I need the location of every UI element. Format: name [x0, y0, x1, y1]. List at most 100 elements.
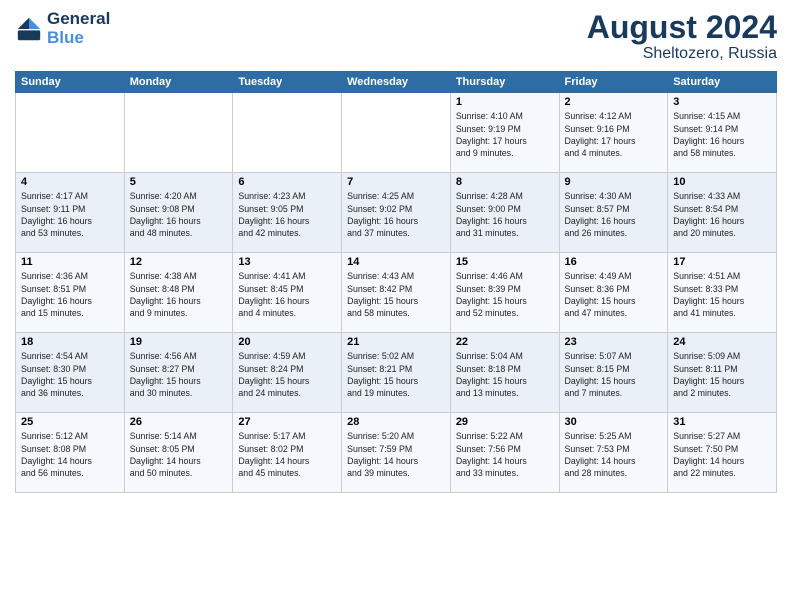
day-info: Sunrise: 4:56 AM Sunset: 8:27 PM Dayligh…	[130, 350, 228, 399]
day-info: Sunrise: 5:27 AM Sunset: 7:50 PM Dayligh…	[673, 430, 771, 479]
cell-5-7: 31Sunrise: 5:27 AM Sunset: 7:50 PM Dayli…	[668, 413, 777, 493]
day-number: 11	[21, 256, 119, 268]
day-number: 16	[565, 256, 663, 268]
cell-5-4: 28Sunrise: 5:20 AM Sunset: 7:59 PM Dayli…	[342, 413, 451, 493]
day-info: Sunrise: 4:46 AM Sunset: 8:39 PM Dayligh…	[456, 270, 554, 319]
cell-2-3: 6 Sunrise: 4:23 AM Sunset: 9:05 PM Daylig…	[233, 173, 342, 253]
day-number: 30	[565, 416, 663, 428]
cell-5-5: 29 Sunrise: 5:22 AM Sunset: 7:56 PM Dayli…	[450, 413, 559, 493]
header-wednesday: Wednesday	[342, 72, 451, 93]
cell-1-6: 2 Sunrise: 4:12 AM Sunset: 9:16 PM Daylig…	[559, 93, 668, 173]
day-number: 21	[347, 336, 445, 348]
calendar-body: 1 Sunrise: 4:10 AM Sunset: 9:19 PM Daylig…	[16, 93, 777, 493]
week-row-5: 25 Sunrise: 5:12 AM Sunset: 8:08 PM Dayli…	[16, 413, 777, 493]
cell-3-2: 12 Sunrise: 4:38 AM Sunset: 8:48 PM Dayli…	[124, 253, 233, 333]
day-info: Sunrise: 5:22 AM Sunset: 7:56 PM Dayligh…	[456, 430, 554, 479]
day-number: 7	[347, 176, 445, 188]
header-row: Sunday Monday Tuesday Wednesday Thursday…	[16, 72, 777, 93]
cell-2-5: 8 Sunrise: 4:28 AM Sunset: 9:00 PM Daylig…	[450, 173, 559, 253]
day-info: Sunrise: 4:28 AM Sunset: 9:00 PM Dayligh…	[456, 190, 554, 239]
day-info: Sunrise: 4:59 AM Sunset: 8:24 PM Dayligh…	[238, 350, 336, 399]
cell-4-5: 22 Sunrise: 5:04 AM Sunset: 8:18 PM Dayli…	[450, 333, 559, 413]
cell-3-7: 17Sunrise: 4:51 AM Sunset: 8:33 PM Dayli…	[668, 253, 777, 333]
day-number: 8	[456, 176, 554, 188]
day-info: Sunrise: 4:33 AM Sunset: 8:54 PM Dayligh…	[673, 190, 771, 239]
day-info: Sunrise: 4:41 AM Sunset: 8:45 PM Dayligh…	[238, 270, 336, 319]
day-number: 5	[130, 176, 228, 188]
header-thursday: Thursday	[450, 72, 559, 93]
cell-2-4: 7Sunrise: 4:25 AM Sunset: 9:02 PM Daylig…	[342, 173, 451, 253]
cell-1-3	[233, 93, 342, 173]
header-tuesday: Tuesday	[233, 72, 342, 93]
title-block: August 2024 Sheltozero, Russia	[587, 10, 777, 63]
day-number: 20	[238, 336, 336, 348]
day-number: 10	[673, 176, 771, 188]
day-number: 4	[21, 176, 119, 188]
day-number: 6	[238, 176, 336, 188]
day-info: Sunrise: 5:25 AM Sunset: 7:53 PM Dayligh…	[565, 430, 663, 479]
day-number: 19	[130, 336, 228, 348]
cell-1-5: 1 Sunrise: 4:10 AM Sunset: 9:19 PM Daylig…	[450, 93, 559, 173]
cell-2-2: 5 Sunrise: 4:20 AM Sunset: 9:08 PM Daylig…	[124, 173, 233, 253]
cell-4-7: 24Sunrise: 5:09 AM Sunset: 8:11 PM Dayli…	[668, 333, 777, 413]
logo-text: General Blue	[47, 10, 110, 47]
cell-4-3: 20 Sunrise: 4:59 AM Sunset: 8:24 PM Dayli…	[233, 333, 342, 413]
cell-1-1	[16, 93, 125, 173]
week-row-3: 11 Sunrise: 4:36 AM Sunset: 8:51 PM Dayli…	[16, 253, 777, 333]
location: Sheltozero, Russia	[587, 45, 777, 63]
header-sunday: Sunday	[16, 72, 125, 93]
day-number: 18	[21, 336, 119, 348]
day-number: 15	[456, 256, 554, 268]
day-info: Sunrise: 5:12 AM Sunset: 8:08 PM Dayligh…	[21, 430, 119, 479]
cell-3-6: 16 Sunrise: 4:49 AM Sunset: 8:36 PM Dayli…	[559, 253, 668, 333]
day-info: Sunrise: 4:30 AM Sunset: 8:57 PM Dayligh…	[565, 190, 663, 239]
day-info: Sunrise: 5:04 AM Sunset: 8:18 PM Dayligh…	[456, 350, 554, 399]
calendar-table: Sunday Monday Tuesday Wednesday Thursday…	[15, 71, 777, 493]
cell-5-6: 30 Sunrise: 5:25 AM Sunset: 7:53 PM Dayli…	[559, 413, 668, 493]
cell-1-7: 3 Sunrise: 4:15 AM Sunset: 9:14 PM Daylig…	[668, 93, 777, 173]
day-number: 2	[565, 96, 663, 108]
day-number: 1	[456, 96, 554, 108]
cell-2-6: 9 Sunrise: 4:30 AM Sunset: 8:57 PM Daylig…	[559, 173, 668, 253]
cell-4-1: 18 Sunrise: 4:54 AM Sunset: 8:30 PM Dayli…	[16, 333, 125, 413]
day-info: Sunrise: 4:54 AM Sunset: 8:30 PM Dayligh…	[21, 350, 119, 399]
cell-1-2	[124, 93, 233, 173]
day-number: 27	[238, 416, 336, 428]
cell-5-1: 25 Sunrise: 5:12 AM Sunset: 8:08 PM Dayli…	[16, 413, 125, 493]
header: General Blue August 2024 Sheltozero, Rus…	[15, 10, 777, 63]
day-number: 29	[456, 416, 554, 428]
day-number: 9	[565, 176, 663, 188]
day-info: Sunrise: 4:12 AM Sunset: 9:16 PM Dayligh…	[565, 110, 663, 159]
day-number: 22	[456, 336, 554, 348]
day-info: Sunrise: 4:51 AM Sunset: 8:33 PM Dayligh…	[673, 270, 771, 319]
day-info: Sunrise: 4:15 AM Sunset: 9:14 PM Dayligh…	[673, 110, 771, 159]
day-number: 14	[347, 256, 445, 268]
header-friday: Friday	[559, 72, 668, 93]
day-info: Sunrise: 4:10 AM Sunset: 9:19 PM Dayligh…	[456, 110, 554, 159]
day-info: Sunrise: 5:14 AM Sunset: 8:05 PM Dayligh…	[130, 430, 228, 479]
day-number: 26	[130, 416, 228, 428]
day-info: Sunrise: 4:20 AM Sunset: 9:08 PM Dayligh…	[130, 190, 228, 239]
day-info: Sunrise: 4:23 AM Sunset: 9:05 PM Dayligh…	[238, 190, 336, 239]
day-info: Sunrise: 4:17 AM Sunset: 9:11 PM Dayligh…	[21, 190, 119, 239]
cell-5-3: 27Sunrise: 5:17 AM Sunset: 8:02 PM Dayli…	[233, 413, 342, 493]
cell-3-5: 15 Sunrise: 4:46 AM Sunset: 8:39 PM Dayli…	[450, 253, 559, 333]
day-info: Sunrise: 5:07 AM Sunset: 8:15 PM Dayligh…	[565, 350, 663, 399]
day-info: Sunrise: 4:43 AM Sunset: 8:42 PM Dayligh…	[347, 270, 445, 319]
day-number: 23	[565, 336, 663, 348]
day-info: Sunrise: 5:09 AM Sunset: 8:11 PM Dayligh…	[673, 350, 771, 399]
cell-3-1: 11 Sunrise: 4:36 AM Sunset: 8:51 PM Dayli…	[16, 253, 125, 333]
week-row-1: 1 Sunrise: 4:10 AM Sunset: 9:19 PM Daylig…	[16, 93, 777, 173]
cell-5-2: 26 Sunrise: 5:14 AM Sunset: 8:05 PM Dayli…	[124, 413, 233, 493]
calendar-header: Sunday Monday Tuesday Wednesday Thursday…	[16, 72, 777, 93]
day-info: Sunrise: 4:36 AM Sunset: 8:51 PM Dayligh…	[21, 270, 119, 319]
logo-icon	[15, 15, 43, 43]
day-number: 3	[673, 96, 771, 108]
day-info: Sunrise: 5:02 AM Sunset: 8:21 PM Dayligh…	[347, 350, 445, 399]
day-info: Sunrise: 4:49 AM Sunset: 8:36 PM Dayligh…	[565, 270, 663, 319]
day-info: Sunrise: 4:38 AM Sunset: 8:48 PM Dayligh…	[130, 270, 228, 319]
page: General Blue August 2024 Sheltozero, Rus…	[0, 0, 792, 612]
cell-3-4: 14 Sunrise: 4:43 AM Sunset: 8:42 PM Dayli…	[342, 253, 451, 333]
day-number: 25	[21, 416, 119, 428]
day-number: 12	[130, 256, 228, 268]
